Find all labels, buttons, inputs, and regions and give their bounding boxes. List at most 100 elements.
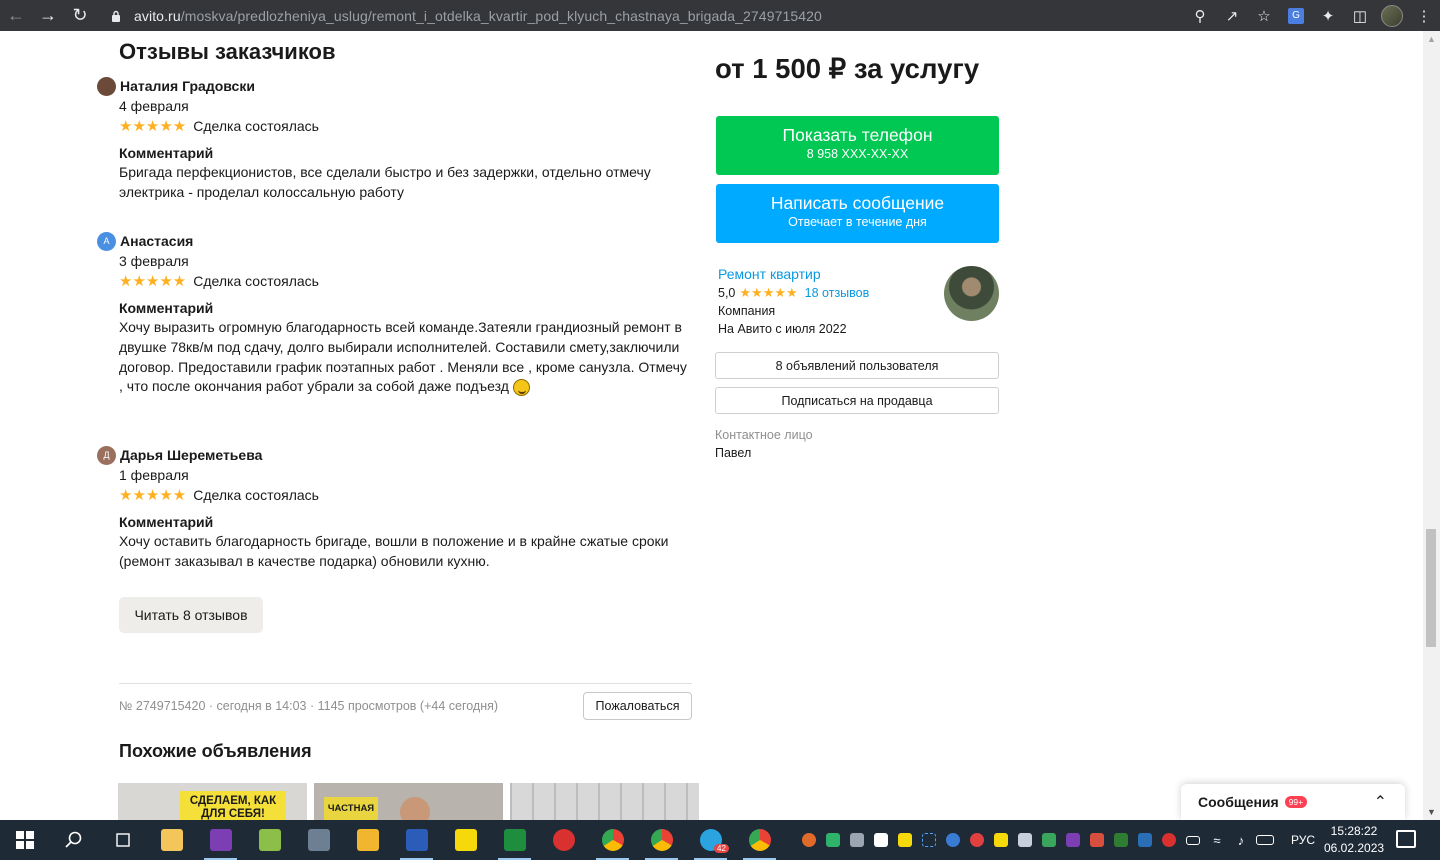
task-view-icon[interactable] [98, 820, 147, 860]
sticky-notes-icon[interactable] [989, 820, 1013, 860]
review-date: 1 февраля [119, 467, 189, 483]
similar-listing-thumbnail[interactable] [510, 783, 699, 820]
browser-toolbar: ← → ↻ avito.ru/moskva/predlozheniya_uslu… [0, 0, 1440, 31]
review-date: 4 февраля [119, 98, 189, 114]
messages-label: Сообщения [1198, 794, 1279, 810]
bookmark-star-icon[interactable]: ☆ [1248, 0, 1280, 31]
chrome-icon[interactable] [637, 820, 686, 860]
person-photo [400, 797, 430, 820]
volume-icon[interactable]: ♪ [1229, 820, 1253, 860]
excel-icon[interactable] [490, 820, 539, 860]
monitor-icon[interactable] [845, 820, 869, 860]
similar-listing-thumbnail[interactable]: СДЕЛАЕМ, КАК ДЛЯ СЕБЯ! [118, 783, 307, 820]
review-text: Хочу оставить благодарность бригаде, вош… [119, 533, 669, 569]
reviewer-name: Дарья Шереметьева [120, 447, 263, 463]
seller-rating-value: 5,0 [718, 286, 736, 300]
keyboard-icon[interactable] [1253, 820, 1277, 860]
file-explorer-icon[interactable] [147, 820, 196, 860]
yandex-icon[interactable] [1157, 820, 1181, 860]
review-item: Д Дарья Шереметьева 1 февраля ★★★★★ Сдел… [97, 445, 697, 572]
show-phone-label: Показать телефон [782, 125, 933, 145]
translate-icon[interactable]: G [1280, 0, 1312, 31]
thumbnail-caption: ЧАСТНАЯ [324, 797, 378, 820]
menu-icon[interactable]: ⋮ [1408, 0, 1440, 31]
document-icon[interactable] [869, 820, 893, 860]
shield-icon[interactable] [821, 820, 845, 860]
telegram-icon[interactable]: 42 [686, 820, 735, 860]
fx-icon[interactable] [1133, 820, 1157, 860]
clock-time: 15:28:22 [1330, 824, 1378, 838]
user-listings-button[interactable]: 8 объявлений пользователя [715, 352, 999, 379]
chrome-icon[interactable] [735, 820, 784, 860]
comment-label: Комментарий [119, 145, 214, 161]
read-reviews-button[interactable]: Читать 8 отзывов [119, 597, 263, 633]
sticky-notes-icon[interactable] [441, 820, 490, 860]
back-icon[interactable]: ← [0, 0, 32, 31]
review-status: Сделка состоялась [193, 118, 319, 134]
reviewer-name: Анастасия [120, 233, 194, 249]
folder-icon[interactable] [343, 820, 392, 860]
chevron-up-icon[interactable]: ⌃ [1374, 792, 1387, 812]
report-button[interactable]: Пожаловаться [583, 692, 692, 720]
forward-icon[interactable]: → [32, 0, 64, 31]
notifications-icon[interactable] [1396, 830, 1416, 848]
tray-app-icon[interactable] [965, 820, 989, 860]
notepad-icon[interactable] [245, 820, 294, 860]
subscribe-button[interactable]: Подписаться на продавца [715, 387, 999, 414]
seller-type: Компания [718, 304, 776, 318]
language-indicator[interactable]: РУС [1291, 820, 1315, 860]
rating-stars-icon: ★★★★★ [119, 118, 187, 135]
onenote-icon[interactable] [1061, 820, 1085, 860]
onenote-icon[interactable] [196, 820, 245, 860]
page-scrollbar[interactable]: ▲ ▼ [1423, 31, 1440, 820]
battery-icon[interactable] [1181, 820, 1205, 860]
tray-app-icon[interactable] [1037, 820, 1061, 860]
write-message-button[interactable]: Написать сообщение Отвечает в течение дн… [716, 184, 999, 243]
seller-reviews-link[interactable]: 18 отзывов [805, 286, 870, 300]
review-date: 3 февраля [119, 253, 189, 269]
share-icon[interactable]: ↗ [1216, 0, 1248, 31]
seller-avatar[interactable] [944, 266, 999, 321]
similar-listing-thumbnail[interactable]: ЧАСТНАЯ [314, 783, 503, 820]
scroll-up-icon[interactable]: ▲ [1427, 34, 1436, 44]
clock[interactable]: 15:28:22 06.02.2023 [1324, 823, 1384, 857]
tray-app-icon[interactable] [1085, 820, 1109, 860]
reload-icon[interactable]: ↻ [64, 0, 96, 31]
app-icon[interactable] [294, 820, 343, 860]
rating-stars-icon: ★★★★★ [739, 285, 798, 300]
comment-label: Комментарий [119, 514, 214, 530]
window-icon[interactable] [1013, 820, 1037, 860]
taskbar: 42 ≈ ♪ РУС 15:28:22 06.02.2023 [0, 820, 1440, 860]
show-phone-button[interactable]: Показать телефон 8 958 XXX-XX-XX [716, 116, 999, 175]
side-panel-icon[interactable]: ◫ [1344, 0, 1376, 31]
profile-avatar[interactable] [1376, 0, 1408, 31]
telegram-badge: 42 [714, 844, 729, 853]
tray-app-icon[interactable] [1109, 820, 1133, 860]
extensions-icon[interactable]: ✦ [1312, 0, 1344, 31]
search-icon[interactable] [49, 820, 98, 860]
notes-icon[interactable] [893, 820, 917, 860]
messages-widget[interactable]: Сообщения 99+ ⌃ [1181, 784, 1405, 820]
review-status: Сделка состоялась [193, 487, 319, 503]
tray-app-icon[interactable] [797, 820, 821, 860]
lock-icon [108, 8, 124, 24]
seller-name-link[interactable]: Ремонт квартир [718, 266, 821, 282]
seller-rating: 5,0 ★★★★★ 18 отзывов [718, 285, 869, 301]
scroll-thumb[interactable] [1426, 529, 1436, 647]
scroll-down-icon[interactable]: ▼ [1427, 807, 1436, 817]
screenshot-icon[interactable] [917, 820, 941, 860]
contact-label: Контактное лицо [715, 428, 813, 442]
wifi-icon[interactable]: ≈ [1205, 820, 1229, 860]
yandex-browser-icon[interactable] [539, 820, 588, 860]
windows-start-icon[interactable] [0, 820, 49, 860]
address-bar[interactable]: avito.ru/moskva/predlozheniya_uslug/remo… [108, 0, 822, 31]
zoom-icon[interactable]: ⚲ [1184, 0, 1216, 31]
review-item: Наталия Градовски 4 февраля ★★★★★ Сделка… [97, 76, 697, 203]
word-icon[interactable] [392, 820, 441, 860]
listing-meta: № 2749715420 · сегодня в 14:03 · 1145 пр… [119, 699, 499, 713]
url-text: avito.ru/moskva/predlozheniya_uslug/remo… [134, 7, 822, 24]
tray-app-icon[interactable] [941, 820, 965, 860]
chrome-icon[interactable] [588, 820, 637, 860]
review-text: Бригада перфекционистов, все сделали быс… [119, 164, 651, 200]
system-tray: ≈ ♪ [797, 820, 1277, 860]
